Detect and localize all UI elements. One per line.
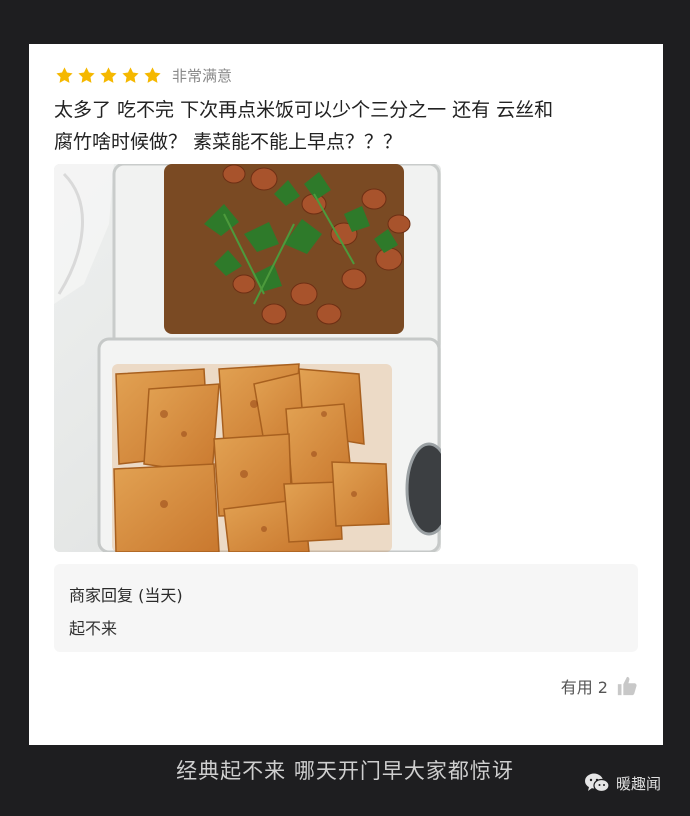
star-icon — [122, 66, 139, 83]
review-photo[interactable] — [54, 164, 441, 552]
merchant-reply: 商家回复 (当天) 起不来 — [54, 564, 638, 652]
star-icon — [100, 66, 117, 83]
brand: 暖趣闻 — [584, 772, 661, 794]
brand-name: 暖趣闻 — [616, 774, 662, 793]
review-text-line: 太多了 吃不完 下次再点米饭可以少个三分之一 还有 云丝和 — [54, 99, 554, 121]
star-icon — [78, 66, 95, 83]
food-photo — [54, 164, 441, 552]
reply-title: 商家回复 (当天) — [69, 586, 183, 605]
star-icon — [144, 66, 161, 83]
star-rating — [55, 66, 162, 85]
review-card: 非常满意 太多了 吃不完 下次再点米饭可以少个三分之一 还有 云丝和 腐竹啥时候… — [29, 44, 663, 745]
reply-text: 起不来 — [69, 619, 118, 638]
wechat-icon — [585, 773, 610, 793]
helpful-button[interactable]: 有用 2 — [561, 674, 638, 698]
review-text-line: 腐竹啥时候做？ 素菜能不能上早点？？？ — [54, 131, 403, 153]
helpful-label: 有用 2 — [560, 678, 608, 697]
star-icon — [56, 66, 73, 83]
rating-label: 非常满意 — [172, 66, 233, 85]
review-text: 太多了 吃不完 下次再点米饭可以少个三分之一 还有 云丝和 腐竹啥时候做？ 素菜… — [54, 94, 644, 158]
thumbs-up-icon — [617, 676, 637, 696]
rating-row: 非常满意 — [55, 64, 232, 86]
